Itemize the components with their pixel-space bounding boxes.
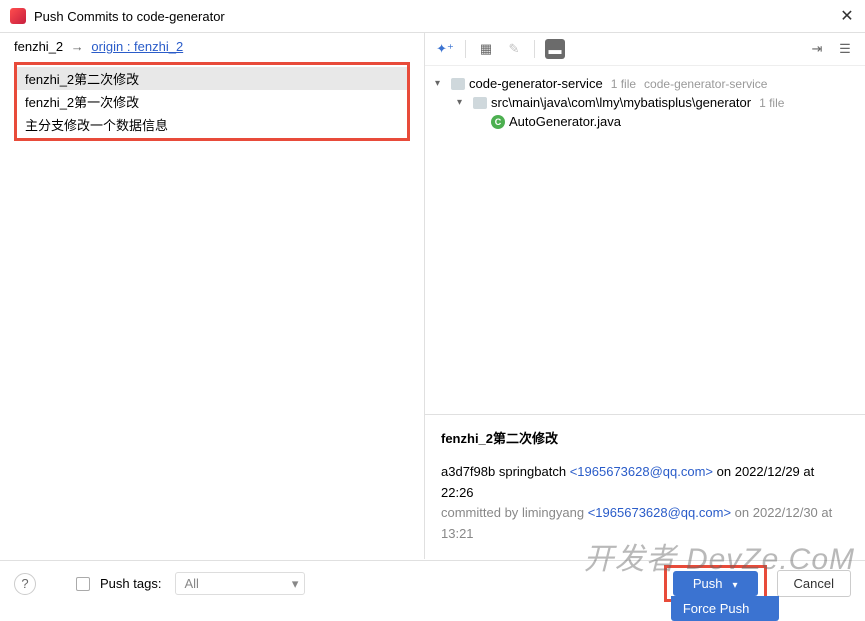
commit-detail: fenzhi_2第二次修改 a3d7f98b springbatch <1965…	[425, 414, 865, 559]
title-bar: Push Commits to code-generator ✕	[0, 0, 865, 33]
chevron-down-icon[interactable]: ▾	[435, 78, 447, 89]
commits-list: fenzhi_2第二次修改 fenzhi_2第一次修改 主分支修改一个数据信息	[14, 62, 410, 141]
separator	[534, 40, 535, 58]
branch-row: fenzhi_2 → origin : fenzhi_2	[0, 33, 424, 60]
tags-select[interactable]: All	[175, 572, 305, 595]
tree-child-row[interactable]: ▾ src\main\java\com\lmy\mybatisplus\gene…	[435, 93, 855, 112]
force-push-item[interactable]: Force Push	[671, 596, 779, 621]
local-branch[interactable]: fenzhi_2	[14, 39, 63, 54]
tree-meta: code-generator-service	[644, 77, 767, 91]
preview-icon[interactable]: ▬	[545, 39, 565, 59]
tree-meta: 1 file	[759, 96, 784, 110]
tree-label: src\main\java\com\lmy\mybatisplus\genera…	[491, 95, 751, 110]
chevron-down-icon[interactable]: ▾	[457, 97, 469, 108]
tree-root-row[interactable]: ▾ code-generator-service 1 file code-gen…	[435, 74, 855, 93]
tree-meta: 1 file	[611, 77, 636, 91]
bottom-bar: ? Push tags: All Push Force Push Cancel	[0, 560, 865, 606]
separator	[465, 40, 466, 58]
cancel-button[interactable]: Cancel	[777, 570, 851, 597]
diff-toolbar: ✦⁺ ▦ ✎ ▬ ⇥ ☰	[425, 33, 865, 66]
push-tags-label: Push tags:	[100, 576, 161, 591]
settings-icon[interactable]: ☰	[835, 39, 855, 59]
window-title: Push Commits to code-generator	[34, 9, 839, 24]
commit-item[interactable]: 主分支修改一个数据信息	[17, 113, 407, 136]
help-icon[interactable]: ?	[14, 573, 36, 595]
tree-label: AutoGenerator.java	[509, 114, 621, 129]
author-name: springbatch	[499, 464, 566, 479]
right-panel: ✦⁺ ▦ ✎ ▬ ⇥ ☰ ▾ code-generator-service 1 …	[425, 33, 865, 559]
edit-icon[interactable]: ✎	[504, 39, 524, 59]
file-tree: ▾ code-generator-service 1 file code-gen…	[425, 66, 865, 414]
committer-line: committed by limingyang <1965673628@qq.c…	[441, 503, 849, 545]
push-button-group: Push Force Push	[664, 565, 767, 602]
folder-icon	[451, 78, 465, 90]
java-class-icon: C	[491, 115, 505, 129]
close-icon[interactable]: ✕	[839, 8, 855, 24]
push-button[interactable]: Push	[673, 571, 758, 596]
tree-label: code-generator-service	[469, 76, 603, 91]
folder-icon	[473, 97, 487, 109]
group-icon[interactable]: ▦	[476, 39, 496, 59]
committer-email[interactable]: <1965673628@qq.com>	[588, 505, 731, 520]
sync-icon[interactable]: ✦⁺	[435, 39, 455, 59]
left-panel: fenzhi_2 → origin : fenzhi_2 fenzhi_2第二次…	[0, 33, 425, 559]
author-line: a3d7f98b springbatch <1965673628@qq.com>…	[441, 462, 849, 504]
tree-file-row[interactable]: C AutoGenerator.java	[435, 112, 855, 131]
committed-by-label: committed by	[441, 505, 518, 520]
push-dropdown: Force Push	[671, 596, 779, 621]
arrow-icon: →	[71, 39, 84, 54]
commit-item[interactable]: fenzhi_2第一次修改	[17, 90, 407, 113]
commit-hash: a3d7f98b	[441, 464, 495, 479]
expand-icon[interactable]: ⇥	[807, 39, 827, 59]
main-area: fenzhi_2 → origin : fenzhi_2 fenzhi_2第二次…	[0, 33, 865, 559]
push-tags-checkbox[interactable]	[76, 577, 90, 591]
commit-item[interactable]: fenzhi_2第二次修改	[17, 67, 407, 90]
commit-title: fenzhi_2第二次修改	[441, 429, 849, 450]
committer-name: limingyang	[522, 505, 584, 520]
remote-branch[interactable]: origin : fenzhi_2	[91, 39, 183, 54]
app-icon	[10, 8, 26, 24]
author-email[interactable]: <1965673628@qq.com>	[570, 464, 713, 479]
